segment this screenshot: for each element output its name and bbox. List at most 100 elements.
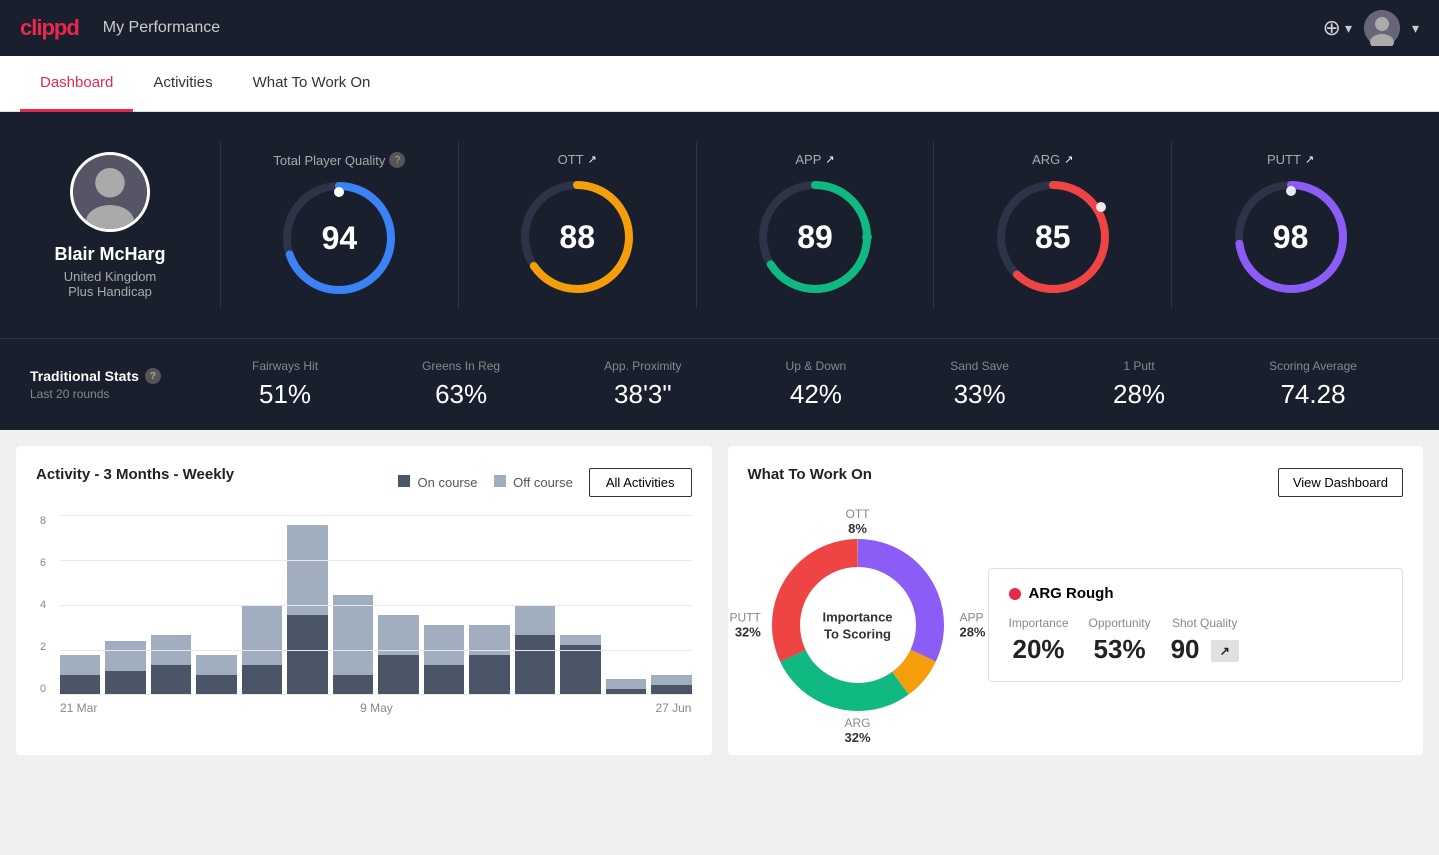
bottom-panels: Activity - 3 Months - Weekly On course O…	[0, 430, 1439, 771]
question-icon: ?	[389, 152, 405, 168]
donut-putt-pct: 32%	[730, 625, 761, 640]
arg-sq-label: Shot Quality	[1171, 616, 1239, 630]
bar-off-4	[242, 605, 282, 665]
bar-group-9	[469, 515, 509, 695]
trad-stats-label: Traditional Stats ? Last 20 rounds	[30, 368, 190, 401]
trad-sand-save: Sand Save 33%	[950, 359, 1009, 410]
trad-sand-value: 33%	[950, 379, 1009, 410]
bar-on-13	[651, 685, 691, 695]
bar-off-9	[469, 625, 509, 655]
legend-off-course: Off course	[494, 475, 573, 490]
bar-off-5	[287, 525, 327, 615]
trad-greens-label: Greens In Reg	[422, 359, 500, 373]
bar-on-6	[333, 675, 373, 695]
add-button[interactable]: ⊕ ▾	[1323, 15, 1352, 41]
trad-app-value: 38'3"	[604, 379, 681, 410]
bar-group-1	[105, 515, 145, 695]
bar-off-12	[606, 679, 646, 689]
bar-group-8	[424, 515, 464, 695]
view-dashboard-button[interactable]: View Dashboard	[1278, 468, 1403, 497]
chart-title: Activity - 3 Months - Weekly	[36, 466, 234, 483]
bar-chart-container: 8 6 4 2 0 21 Mar 9 May 27 Jun	[36, 515, 692, 715]
bar-group-6	[333, 515, 373, 695]
bar-on-12	[606, 689, 646, 695]
bar-off-11	[560, 635, 600, 645]
gauge-putt: 98	[1231, 177, 1351, 297]
donut-label-arg: ARG 32%	[844, 716, 870, 745]
arg-opportunity: Opportunity 53%	[1089, 616, 1151, 665]
metric-app-label: APP ↗	[795, 152, 834, 167]
bar-group-2	[151, 515, 191, 695]
gauge-putt-value: 98	[1273, 219, 1309, 256]
metric-total-label: Total Player Quality ?	[273, 152, 405, 168]
bar-group-13	[651, 515, 691, 695]
trad-fairways: Fairways Hit 51%	[252, 359, 318, 410]
chart-legend: On course Off course	[398, 475, 573, 490]
y-label-0: 0	[40, 683, 46, 695]
bar-group-0	[60, 515, 100, 695]
avatar[interactable]	[1364, 10, 1400, 46]
trad-stats-title: Traditional Stats ?	[30, 368, 190, 384]
player-avatar	[70, 152, 150, 232]
donut-ott-pct: 8%	[846, 521, 870, 536]
gauge-total-value: 94	[322, 220, 358, 257]
donut-label-app: APP 28%	[959, 611, 985, 640]
bar-on-1	[105, 671, 145, 695]
bar-off-7	[378, 615, 418, 655]
trad-1putt-value: 28%	[1113, 379, 1165, 410]
bar-group-3	[196, 515, 236, 695]
trad-scoring-label: Scoring Average	[1269, 359, 1357, 373]
trad-greens: Greens In Reg 63%	[422, 359, 500, 410]
bar-off-1	[105, 641, 145, 671]
arg-opportunity-value: 53%	[1089, 634, 1151, 665]
bar-group-4	[242, 515, 282, 695]
trad-fairways-value: 51%	[252, 379, 318, 410]
arg-importance-value: 20%	[1009, 634, 1069, 665]
trad-scoring: Scoring Average 74.28	[1269, 359, 1357, 410]
trad-updown-value: 42%	[786, 379, 847, 410]
player-country: United Kingdom	[64, 269, 157, 284]
arg-dot	[1009, 588, 1021, 600]
trad-stats-subtitle: Last 20 rounds	[30, 387, 190, 401]
trad-1putt: 1 Putt 28%	[1113, 359, 1165, 410]
app-arrow: ↗	[825, 153, 834, 166]
bar-off-13	[651, 675, 691, 685]
x-label-jun: 27 Jun	[655, 701, 691, 715]
donut-label-putt: PUTT 32%	[730, 611, 761, 640]
nav-left: clippd My Performance	[20, 15, 220, 41]
arg-rough-card: ARG Rough Importance 20% Opportunity 53%…	[988, 568, 1404, 682]
gauge-ott-value: 88	[559, 219, 595, 256]
bar-off-2	[151, 635, 191, 665]
donut-app-pct: 28%	[959, 625, 985, 640]
donut-label-ott: OTT 8%	[846, 507, 870, 536]
nav-right: ⊕ ▾ ▾	[1323, 10, 1420, 46]
player-handicap: Plus Handicap	[68, 284, 152, 299]
add-dropdown-icon: ▾	[1345, 20, 1352, 37]
bar-on-4	[242, 665, 282, 695]
metric-putt: PUTT ↗ 98	[1172, 142, 1409, 308]
donut-chart: Importance To Scoring OTT 8% APP 28% ARG	[748, 515, 968, 735]
wtwo-content: Importance To Scoring OTT 8% APP 28% ARG	[748, 515, 1404, 735]
tab-activities[interactable]: Activities	[133, 56, 232, 112]
tab-what-to-work-on[interactable]: What To Work On	[233, 56, 391, 112]
player-info: Blair McHarg United Kingdom Plus Handica…	[30, 152, 190, 299]
donut-arg-pct: 32%	[844, 730, 870, 745]
tab-dashboard[interactable]: Dashboard	[20, 56, 133, 112]
arg-importance: Importance 20%	[1009, 616, 1069, 665]
gauge-total: 94	[279, 178, 399, 298]
bar-on-7	[378, 655, 418, 695]
trad-fairways-label: Fairways Hit	[252, 359, 318, 373]
y-label-8: 8	[40, 515, 46, 527]
gauge-app-value: 89	[797, 219, 833, 256]
trad-greens-value: 63%	[422, 379, 500, 410]
x-label-may: 9 May	[360, 701, 393, 715]
putt-arrow: ↗	[1305, 153, 1314, 166]
all-activities-button[interactable]: All Activities	[589, 468, 692, 497]
metric-putt-label: PUTT ↗	[1267, 152, 1314, 167]
bar-chart	[36, 515, 692, 695]
donut-center-text: Importance To Scoring	[822, 608, 892, 641]
metric-arg: ARG ↗ 85	[934, 142, 1172, 308]
metrics-section: Total Player Quality ? 94 OTT ↗	[220, 142, 1409, 308]
bar-off-8	[424, 625, 464, 665]
metric-ott-label: OTT ↗	[558, 152, 597, 167]
